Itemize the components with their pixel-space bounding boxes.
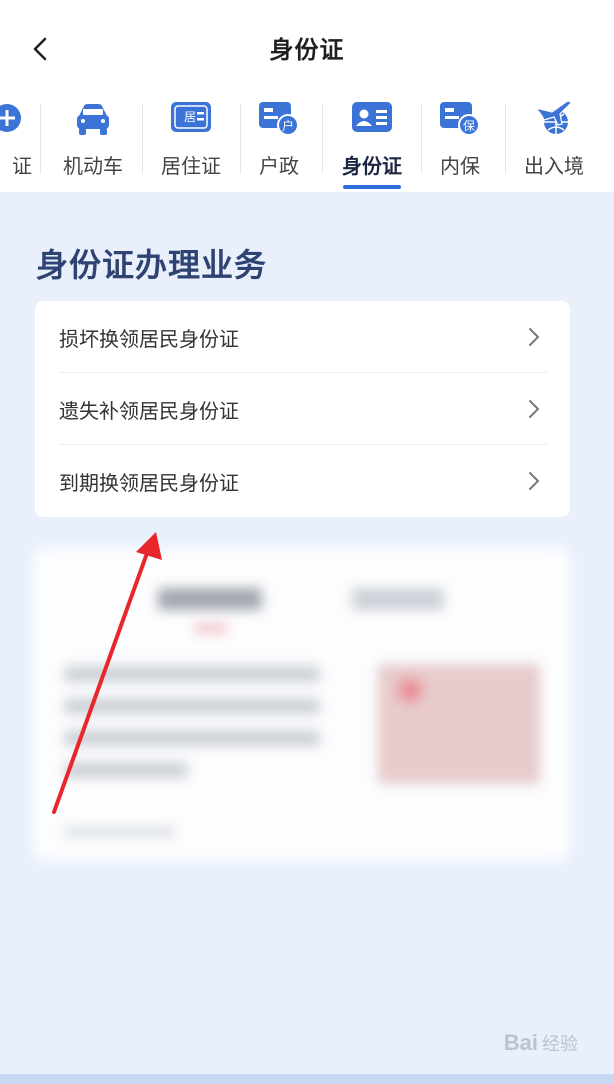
blurred-thumbnail-logo — [398, 678, 422, 702]
watermark-text-cn: 经验 — [542, 1034, 578, 1054]
top-nav-bar: 身份证 — [0, 0, 614, 98]
tab-internal-security[interactable]: 保 内保 — [424, 90, 496, 192]
list-item[interactable]: 到期换领居民身份证 — [35, 445, 570, 517]
svg-text:保: 保 — [463, 119, 475, 133]
svg-text:户: 户 — [282, 118, 294, 133]
blurred-news-card — [34, 548, 570, 860]
tab-divider — [240, 104, 241, 174]
tab-divider — [505, 104, 506, 174]
tab-label: 内保 — [440, 154, 480, 178]
tab-exit-entry[interactable]: 出入境 — [512, 90, 596, 192]
tab-divider — [142, 104, 143, 174]
blurred-tab-indicator — [194, 626, 228, 631]
blurred-text-line — [64, 698, 320, 714]
partial-circle-icon — [0, 104, 21, 132]
service-list-card: 损坏换领居民身份证 遗失补领居民身份证 到期换领居民身份证 — [35, 301, 570, 517]
baidu-watermark: Bai 经验 — [504, 1030, 578, 1056]
active-tab-indicator — [343, 185, 401, 189]
blurred-text-line — [64, 730, 320, 746]
tab-divider — [421, 104, 422, 174]
chevron-right-icon — [529, 400, 539, 418]
blurred-text-line — [64, 666, 320, 682]
list-item[interactable]: 损坏换领居民身份证 — [35, 301, 570, 373]
tab-label: 出入境 — [524, 154, 584, 178]
bottom-edge — [0, 1074, 614, 1084]
blurred-meta-line — [64, 826, 174, 838]
tab-household[interactable]: 户 户政 — [244, 90, 314, 192]
car-icon — [77, 104, 109, 135]
page-title: 身份证 — [269, 36, 345, 64]
plane-globe-icon — [534, 100, 572, 134]
category-tab-bar: 证 机动车 居 居住证 户 户政 身份证 保 内保 出入境 — [0, 90, 614, 192]
watermark-text: Bai — [503, 1030, 538, 1055]
list-item[interactable]: 遗失补领居民身份证 — [35, 373, 570, 445]
tab-divider — [40, 104, 41, 174]
tab-label: 居住证 — [161, 154, 221, 178]
tab-partial-certificate[interactable]: 证 — [0, 90, 32, 192]
id-card-icon — [352, 102, 392, 132]
svg-text:居: 居 — [184, 110, 196, 124]
tab-motor-vehicle[interactable]: 机动车 — [52, 90, 134, 192]
tab-id-card[interactable]: 身份证 — [332, 90, 412, 192]
household-icon: 户 — [259, 102, 299, 136]
blurred-text-line — [64, 762, 188, 778]
chevron-right-icon — [529, 472, 539, 490]
insurance-icon: 保 — [440, 102, 480, 136]
tab-label: 证 — [12, 154, 32, 178]
list-item-label: 到期换领居民身份证 — [59, 471, 239, 495]
blurred-tab-text — [352, 588, 444, 610]
list-item-label: 遗失补领居民身份证 — [59, 399, 239, 423]
tab-divider — [322, 104, 323, 174]
list-item-label: 损坏换领居民身份证 — [59, 327, 239, 351]
blurred-tab-text — [158, 588, 262, 610]
tab-label: 户政 — [259, 154, 299, 178]
tab-label: 身份证 — [342, 154, 402, 178]
tab-label: 机动车 — [63, 154, 123, 178]
tab-residence-permit[interactable]: 居 居住证 — [150, 90, 232, 192]
residence-card-icon: 居 — [171, 102, 211, 132]
chevron-right-icon — [529, 328, 539, 346]
section-title: 身份证办理业务 — [36, 246, 268, 284]
